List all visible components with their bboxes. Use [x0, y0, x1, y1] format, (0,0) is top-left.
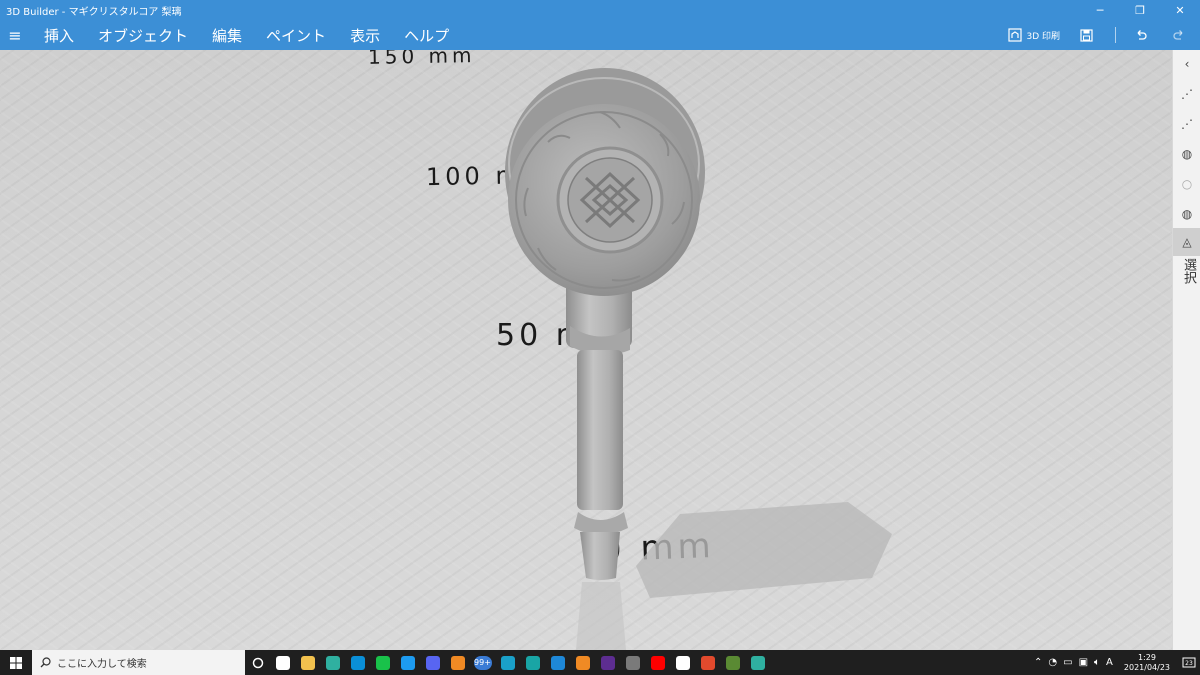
clock[interactable]: 1:29 2021/04/23	[1124, 653, 1170, 673]
undo-icon	[1137, 30, 1147, 40]
redo-button[interactable]	[1162, 20, 1200, 50]
blender-icon[interactable]	[445, 650, 470, 675]
rail-tool-2-icon[interactable]: ⋰	[1173, 110, 1200, 138]
menu-object[interactable]: オブジェクト	[98, 25, 188, 46]
toolbar-divider	[1115, 27, 1116, 43]
tray-display-icon[interactable]: ▣	[1079, 657, 1088, 668]
select-label: 選択	[1181, 258, 1196, 284]
slicer-icon[interactable]	[545, 650, 570, 675]
blender-glyph	[450, 655, 465, 670]
3d-viewport[interactable]: 150 mm 100 mm 50 mm 0 mm	[0, 50, 1172, 650]
blender-2-icon[interactable]	[570, 650, 595, 675]
clock-time: 1:29	[1137, 652, 1156, 662]
print-3d-label: 3D 印刷	[1026, 31, 1060, 42]
right-tool-rail: ‹ ⋰ ⋰ ◍ ○ ◍ ◬ 選択	[1172, 50, 1200, 650]
minimize-icon[interactable]: ─	[1080, 0, 1120, 20]
search-icon	[40, 657, 51, 668]
discord-icon[interactable]	[420, 650, 445, 675]
discord-glyph	[425, 655, 440, 670]
music-icon[interactable]	[595, 650, 620, 675]
volume-icon[interactable]: 🔈︎	[1094, 657, 1100, 668]
rail-tool-3-icon[interactable]: ◍	[1173, 140, 1200, 168]
arduino-icon[interactable]	[520, 650, 545, 675]
file-explorer-icon[interactable]	[295, 650, 320, 675]
blender-2-glyph	[575, 655, 590, 670]
tray-app-icon[interactable]: ◔	[1048, 657, 1057, 668]
system-tray: ⌃ ◔ ▭ ▣ 🔈︎ A 1:29 2021/04/23 23	[1031, 650, 1200, 675]
office-icon[interactable]	[695, 650, 720, 675]
close-icon[interactable]: ✕	[1160, 0, 1200, 20]
rail-tool-5-icon[interactable]: ◍	[1173, 200, 1200, 228]
edge-2-glyph	[750, 655, 765, 670]
twitter-icon[interactable]	[395, 650, 420, 675]
notification-center-icon[interactable]: 23	[1178, 657, 1200, 669]
menu-bar: ≡ 挿入 オブジェクト 編集 ペイント 表示 ヘルプ 3D 印刷	[0, 20, 1200, 50]
rail-tool-1-icon[interactable]: ⋰	[1173, 80, 1200, 108]
restore-icon[interactable]: ❐	[1120, 0, 1160, 20]
rail-tool-4-icon[interactable]: ○	[1173, 170, 1200, 198]
save-button[interactable]	[1070, 20, 1107, 50]
amazon-icon[interactable]	[670, 650, 695, 675]
menu-help[interactable]: ヘルプ	[404, 25, 449, 46]
ime-indicator[interactable]: A	[1106, 657, 1113, 668]
menu-view[interactable]: 表示	[350, 25, 380, 46]
windows-start-icon[interactable]	[0, 650, 32, 675]
clock-date: 2021/04/23	[1123, 662, 1170, 672]
youtube-glyph	[650, 655, 665, 670]
clip-icon[interactable]	[495, 650, 520, 675]
print-3d-button[interactable]: 3D 印刷	[998, 20, 1070, 50]
skype-icon[interactable]	[345, 650, 370, 675]
media-player-glyph	[625, 655, 640, 670]
music-glyph	[600, 655, 615, 670]
taskbar: ここに入力して検索 99+ ⌃ ◔ ▭ ▣ 🔈︎ A 1:29 2021/04/…	[0, 650, 1200, 675]
undo-button[interactable]	[1124, 20, 1162, 50]
collapse-chevron-icon[interactable]: ‹	[1173, 50, 1200, 78]
select-tool-icon[interactable]: ◬	[1173, 228, 1200, 256]
minecraft-icon[interactable]	[720, 650, 745, 675]
task-view-icon[interactable]	[270, 650, 295, 675]
line-glyph	[375, 655, 390, 670]
magi-crystal-core-model[interactable]	[0, 50, 1172, 650]
twitter-glyph	[400, 655, 415, 670]
arduino-glyph	[525, 655, 540, 670]
mail-glyph: 99+	[473, 655, 492, 670]
menu-paint[interactable]: ペイント	[266, 25, 326, 46]
printer-3d-icon	[1008, 28, 1023, 42]
cortana-icon[interactable]	[245, 650, 270, 675]
file-explorer-glyph	[300, 655, 315, 670]
line-icon[interactable]	[370, 650, 395, 675]
skype-glyph	[350, 655, 365, 670]
youtube-icon[interactable]	[645, 650, 670, 675]
clip-glyph	[500, 655, 515, 670]
menu-edit[interactable]: 編集	[212, 25, 242, 46]
edge-icon[interactable]	[320, 650, 345, 675]
save-icon	[1080, 28, 1093, 42]
menu-insert[interactable]: 挿入	[44, 25, 74, 46]
redo-icon	[1173, 30, 1183, 40]
window-title: 3D Builder - マギクリスタルコア 梨璃	[6, 6, 182, 18]
title-bar: 3D Builder - マギクリスタルコア 梨璃 ─ ❐ ✕	[0, 0, 1200, 20]
hamburger-menu-icon[interactable]: ≡	[0, 26, 30, 45]
slicer-glyph	[550, 655, 565, 670]
media-player-icon[interactable]	[620, 650, 645, 675]
edge-glyph	[325, 655, 340, 670]
tray-chevron-icon[interactable]: ⌃	[1034, 657, 1042, 668]
office-glyph	[700, 655, 715, 670]
minecraft-glyph	[725, 655, 740, 670]
taskbar-search-input[interactable]: ここに入力して検索	[32, 650, 245, 675]
notification-count: 23	[1185, 660, 1193, 667]
search-placeholder: ここに入力して検索	[57, 659, 147, 670]
amazon-glyph	[675, 655, 690, 670]
mail-icon[interactable]: 99+	[470, 650, 495, 675]
edge-2-icon[interactable]	[745, 650, 770, 675]
tray-network-icon[interactable]: ▭	[1063, 657, 1072, 668]
task-view-glyph	[275, 655, 290, 670]
